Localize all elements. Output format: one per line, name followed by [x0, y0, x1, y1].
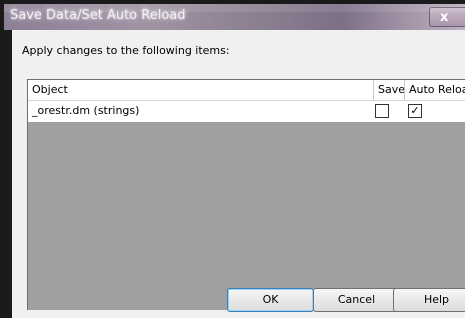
help-button[interactable]: Help [393, 288, 465, 312]
instruction-label: Apply changes to the following items: [22, 44, 230, 57]
object-name: _orestr.dm (strings) [32, 104, 140, 117]
title-bar[interactable]: Save Data/Set Auto Reload x [4, 4, 465, 30]
list-item[interactable]: _orestr.dm (strings) ✓ [28, 101, 465, 122]
column-header-object[interactable]: Object [28, 80, 373, 100]
dialog-window: Save Data/Set Auto Reload x Apply change… [0, 0, 465, 318]
dialog-body: Apply changes to the following items: Ob… [12, 30, 465, 318]
auto-reload-checkbox[interactable]: ✓ [408, 104, 422, 118]
items-list[interactable]: Object Save Auto Reload _orestr.dm (stri… [27, 79, 465, 310]
save-checkbox[interactable] [375, 104, 389, 118]
close-icon: x [440, 10, 449, 25]
close-button[interactable]: x [429, 7, 465, 27]
ok-button[interactable]: OK [227, 288, 314, 312]
window-title: Save Data/Set Auto Reload [10, 8, 186, 23]
column-header-auto-reload[interactable]: Auto Reload [404, 80, 465, 100]
cancel-button[interactable]: Cancel [313, 288, 400, 312]
list-header: Object Save Auto Reload [28, 80, 465, 101]
column-header-save[interactable]: Save [373, 80, 404, 100]
